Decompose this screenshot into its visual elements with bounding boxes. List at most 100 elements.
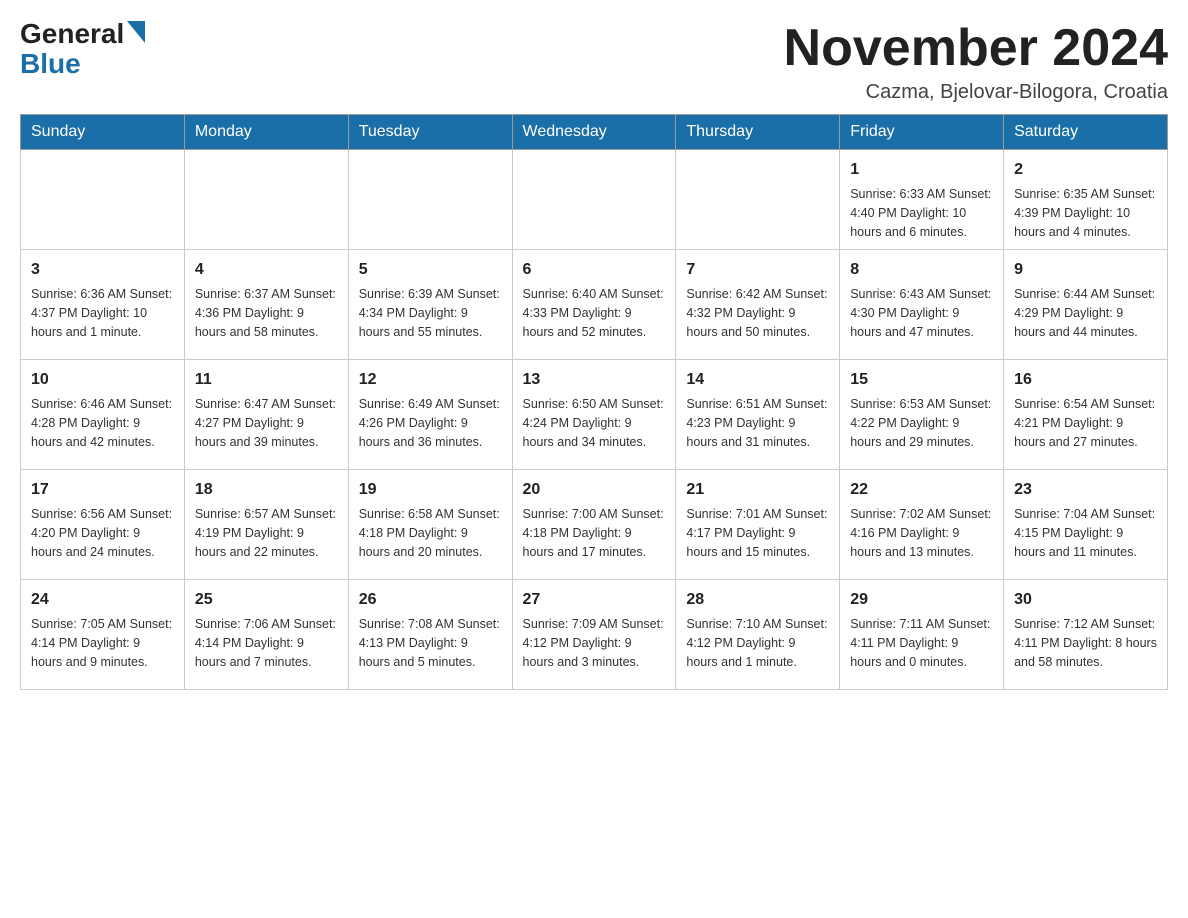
day-info: Sunrise: 7:09 AM Sunset: 4:12 PM Dayligh… [523,615,666,671]
calendar-cell: 3Sunrise: 6:36 AM Sunset: 4:37 PM Daylig… [21,250,185,360]
day-info: Sunrise: 7:00 AM Sunset: 4:18 PM Dayligh… [523,505,666,561]
calendar-cell [348,150,512,250]
day-info: Sunrise: 7:11 AM Sunset: 4:11 PM Dayligh… [850,615,993,671]
calendar-cell: 11 Sunrise: 6:47 AM Sunset: 4:27 PM Dayli… [184,360,348,470]
header-friday: Friday [840,115,1004,150]
logo-arrow-icon [127,21,145,48]
day-info: Sunrise: 6:54 AM Sunset: 4:21 PM Dayligh… [1014,395,1157,451]
day-info: Sunrise: 6:46 AM Sunset: 4:28 PM Dayligh… [31,395,174,451]
calendar-cell: 17 Sunrise: 6:56 AM Sunset: 4:20 PM Dayli… [21,470,185,580]
day-number: 10 [31,368,174,392]
logo-blue-text: Blue [20,50,81,78]
day-number: 22 [850,478,993,502]
day-number: 14 [686,368,829,392]
day-number: 19 [359,478,502,502]
day-info: Sunrise: 6:36 AM Sunset: 4:37 PM Dayligh… [31,285,174,341]
calendar-cell: 13Sunrise: 6:50 AM Sunset: 4:24 PM Dayli… [512,360,676,470]
day-number: 25 [195,588,338,612]
day-info: Sunrise: 7:12 AM Sunset: 4:11 PM Dayligh… [1014,615,1157,671]
day-number: 18 [195,478,338,502]
day-info: Sunrise: 7:05 AM Sunset: 4:14 PM Dayligh… [31,615,174,671]
day-number: 8 [850,258,993,282]
day-info: Sunrise: 7:10 AM Sunset: 4:12 PM Dayligh… [686,615,829,671]
day-info: Sunrise: 6:57 AM Sunset: 4:19 PM Dayligh… [195,505,338,561]
calendar-cell: 30 Sunrise: 7:12 AM Sunset: 4:11 PM Dayli… [1004,580,1168,690]
day-number: 7 [686,258,829,282]
calendar-cell: 22 Sunrise: 7:02 AM Sunset: 4:16 PM Dayli… [840,470,1004,580]
day-info: Sunrise: 7:06 AM Sunset: 4:14 PM Dayligh… [195,615,338,671]
day-number: 12 [359,368,502,392]
calendar-cell: 27 Sunrise: 7:09 AM Sunset: 4:12 PM Dayli… [512,580,676,690]
day-info: Sunrise: 6:56 AM Sunset: 4:20 PM Dayligh… [31,505,174,561]
calendar-cell [21,150,185,250]
day-info: Sunrise: 6:51 AM Sunset: 4:23 PM Dayligh… [686,395,829,451]
calendar-cell: 9 Sunrise: 6:44 AM Sunset: 4:29 PM Daylig… [1004,250,1168,360]
calendar-cell: 16 Sunrise: 6:54 AM Sunset: 4:21 PM Dayli… [1004,360,1168,470]
calendar-week-row: 3Sunrise: 6:36 AM Sunset: 4:37 PM Daylig… [21,250,1168,360]
calendar-week-row: 10 Sunrise: 6:46 AM Sunset: 4:28 PM Dayli… [21,360,1168,470]
calendar-cell: 24 Sunrise: 7:05 AM Sunset: 4:14 PM Dayli… [21,580,185,690]
calendar-cell: 12Sunrise: 6:49 AM Sunset: 4:26 PM Dayli… [348,360,512,470]
day-number: 27 [523,588,666,612]
header-thursday: Thursday [676,115,840,150]
calendar-cell: 20 Sunrise: 7:00 AM Sunset: 4:18 PM Dayli… [512,470,676,580]
calendar-cell: 23Sunrise: 7:04 AM Sunset: 4:15 PM Dayli… [1004,470,1168,580]
day-info: Sunrise: 6:43 AM Sunset: 4:30 PM Dayligh… [850,285,993,341]
day-info: Sunrise: 6:58 AM Sunset: 4:18 PM Dayligh… [359,505,502,561]
day-number: 16 [1014,368,1157,392]
day-info: Sunrise: 7:08 AM Sunset: 4:13 PM Dayligh… [359,615,502,671]
calendar-cell: 6 Sunrise: 6:40 AM Sunset: 4:33 PM Daylig… [512,250,676,360]
calendar-week-row: 24 Sunrise: 7:05 AM Sunset: 4:14 PM Dayli… [21,580,1168,690]
day-info: Sunrise: 7:02 AM Sunset: 4:16 PM Dayligh… [850,505,993,561]
calendar-week-row: 17 Sunrise: 6:56 AM Sunset: 4:20 PM Dayli… [21,470,1168,580]
day-number: 24 [31,588,174,612]
day-number: 29 [850,588,993,612]
day-number: 6 [523,258,666,282]
calendar-cell: 29 Sunrise: 7:11 AM Sunset: 4:11 PM Dayli… [840,580,1004,690]
day-info: Sunrise: 6:33 AM Sunset: 4:40 PM Dayligh… [850,185,993,241]
logo: General Blue [20,20,145,78]
calendar-cell [184,150,348,250]
day-number: 17 [31,478,174,502]
day-number: 11 [195,368,338,392]
day-number: 1 [850,158,993,182]
day-info: Sunrise: 6:53 AM Sunset: 4:22 PM Dayligh… [850,395,993,451]
day-number: 2 [1014,158,1157,182]
calendar-cell: 28 Sunrise: 7:10 AM Sunset: 4:12 PM Dayli… [676,580,840,690]
header-tuesday: Tuesday [348,115,512,150]
calendar-cell: 4 Sunrise: 6:37 AM Sunset: 4:36 PM Daylig… [184,250,348,360]
day-number: 26 [359,588,502,612]
day-info: Sunrise: 6:39 AM Sunset: 4:34 PM Dayligh… [359,285,502,341]
logo-general-text: General [20,20,124,48]
weekday-header-row: Sunday Monday Tuesday Wednesday Thursday… [21,115,1168,150]
calendar-cell: 18 Sunrise: 6:57 AM Sunset: 4:19 PM Dayli… [184,470,348,580]
day-info: Sunrise: 6:44 AM Sunset: 4:29 PM Dayligh… [1014,285,1157,341]
day-number: 15 [850,368,993,392]
day-number: 23 [1014,478,1157,502]
month-title: November 2024 [784,20,1168,77]
day-number: 9 [1014,258,1157,282]
calendar-week-row: 1 Sunrise: 6:33 AM Sunset: 4:40 PM Daylig… [21,150,1168,250]
day-info: Sunrise: 6:37 AM Sunset: 4:36 PM Dayligh… [195,285,338,341]
header-sunday: Sunday [21,115,185,150]
calendar-cell: 19 Sunrise: 6:58 AM Sunset: 4:18 PM Dayli… [348,470,512,580]
day-info: Sunrise: 6:47 AM Sunset: 4:27 PM Dayligh… [195,395,338,451]
day-number: 28 [686,588,829,612]
calendar-cell: 1 Sunrise: 6:33 AM Sunset: 4:40 PM Daylig… [840,150,1004,250]
day-number: 21 [686,478,829,502]
header-wednesday: Wednesday [512,115,676,150]
day-number: 4 [195,258,338,282]
calendar-cell: 10 Sunrise: 6:46 AM Sunset: 4:28 PM Dayli… [21,360,185,470]
location-subtitle: Cazma, Bjelovar-Bilogora, Croatia [784,81,1168,104]
calendar-cell: 26 Sunrise: 7:08 AM Sunset: 4:13 PM Dayli… [348,580,512,690]
calendar-cell: 5Sunrise: 6:39 AM Sunset: 4:34 PM Daylig… [348,250,512,360]
calendar-cell: 8 Sunrise: 6:43 AM Sunset: 4:30 PM Daylig… [840,250,1004,360]
header-monday: Monday [184,115,348,150]
calendar-cell [676,150,840,250]
calendar-cell: 2Sunrise: 6:35 AM Sunset: 4:39 PM Daylig… [1004,150,1168,250]
header-saturday: Saturday [1004,115,1168,150]
day-number: 30 [1014,588,1157,612]
day-info: Sunrise: 6:40 AM Sunset: 4:33 PM Dayligh… [523,285,666,341]
day-number: 20 [523,478,666,502]
calendar-cell: 7Sunrise: 6:42 AM Sunset: 4:32 PM Daylig… [676,250,840,360]
